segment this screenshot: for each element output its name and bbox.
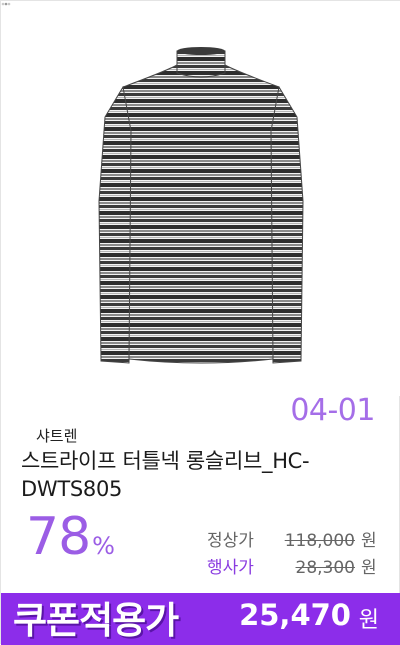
discount-rate: 78% — [26, 507, 115, 576]
event-price-unit: 원 — [361, 558, 377, 578]
regular-price-unit: 원 — [361, 531, 377, 551]
coupon-price-label: 쿠폰적용가 — [13, 599, 179, 642]
coupon-price-unit: 원 — [358, 608, 379, 633]
regular-price-label: 정상가 — [207, 531, 254, 551]
event-price-row: 행사가 28,300 원 — [207, 553, 377, 578]
regular-price-row: 정상가 118,000 원 — [207, 526, 377, 551]
product-title[interactable]: 스트라이프 터틀넥 롱슬리브_HC-DWTS805 — [21, 447, 371, 503]
discount-value: 78 — [26, 507, 91, 567]
regular-price-amount: 118,000 — [284, 531, 355, 551]
striped-turtleneck-image — [98, 47, 304, 364]
event-price-label: 행사가 — [207, 558, 254, 578]
brand-name: 샤트렌 — [36, 427, 78, 445]
product-image[interactable] — [1, 1, 400, 396]
event-price-amount: 28,300 — [295, 558, 355, 578]
event-date: 04-01 — [290, 393, 375, 428]
discount-unit: % — [92, 532, 115, 560]
coupon-price-amount: 25,470 — [239, 598, 351, 632]
product-card[interactable]: 04-01 샤트렌 스트라이프 터틀넥 롱슬리브_HC-DWTS805 78% … — [0, 0, 400, 645]
image-pager-dots-icon — [1, 2, 11, 6]
